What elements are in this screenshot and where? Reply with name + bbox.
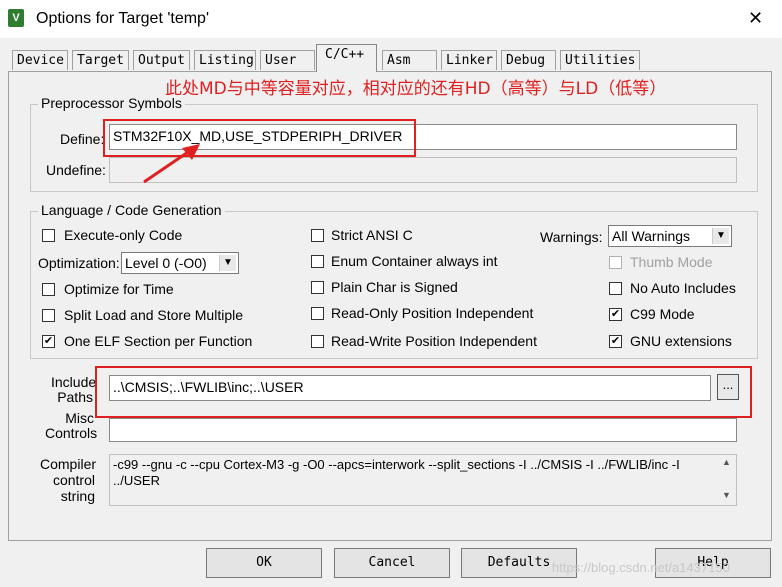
- enum-container-label: Enum Container always int: [331, 253, 498, 269]
- compiler-control-line2: ../USER: [113, 473, 160, 488]
- misc-controls-input[interactable]: [109, 418, 737, 442]
- optimization-label: Optimization:: [38, 255, 120, 271]
- strict-ansi-checkbox[interactable]: [311, 229, 324, 242]
- c99-mode-label: C99 Mode: [630, 306, 695, 322]
- compiler-control-label-line2: control: [52, 472, 95, 488]
- compiler-control-label: Compiler control string: [40, 456, 97, 504]
- warnings-value: All Warnings: [612, 228, 691, 244]
- split-load-checkbox[interactable]: [42, 309, 55, 322]
- ropi-checkbox[interactable]: [311, 307, 324, 320]
- tab-target[interactable]: Target: [72, 50, 129, 70]
- close-icon[interactable]: ✕: [748, 8, 763, 29]
- tab-user[interactable]: User: [260, 50, 315, 70]
- compiler-control-line1: -c99 --gnu -c --cpu Cortex-M3 -g -O0 --a…: [113, 457, 680, 472]
- ok-button[interactable]: OK: [206, 548, 322, 578]
- plain-char-label: Plain Char is Signed: [331, 279, 458, 295]
- scroll-up-icon[interactable]: ▲: [722, 457, 731, 467]
- scroll-down-icon[interactable]: ▼: [722, 490, 731, 500]
- misc-controls-label-line2: Controls: [45, 425, 98, 441]
- tab-listing[interactable]: Listing: [194, 50, 256, 70]
- tab-output[interactable]: Output: [133, 50, 190, 70]
- thumb-mode-checkbox: [609, 256, 622, 269]
- c99-mode-checkbox[interactable]: ✔: [609, 308, 622, 321]
- rwpi-checkbox[interactable]: [311, 335, 324, 348]
- thumb-mode-label: Thumb Mode: [630, 254, 713, 270]
- strict-ansi-label: Strict ANSI C: [331, 227, 413, 243]
- no-auto-includes-label: No Auto Includes: [630, 280, 736, 296]
- chevron-down-icon: ▼: [219, 255, 236, 271]
- optimize-time-checkbox[interactable]: [42, 283, 55, 296]
- tab-utilities[interactable]: Utilities: [560, 50, 640, 70]
- language-code-generation-label: Language / Code Generation: [38, 202, 225, 218]
- enum-container-checkbox[interactable]: [311, 255, 324, 268]
- optimization-value: Level 0 (-O0): [125, 255, 207, 271]
- tab-device[interactable]: Device: [12, 50, 68, 70]
- plain-char-checkbox[interactable]: [311, 281, 324, 294]
- split-load-label: Split Load and Store Multiple: [64, 307, 243, 323]
- tab-c-cpp[interactable]: C/C++: [316, 44, 377, 72]
- rwpi-label: Read-Write Position Independent: [331, 333, 537, 349]
- include-paths-label: Include Paths: [51, 374, 97, 405]
- annotation-arrow: [143, 144, 200, 184]
- tab-linker[interactable]: Linker: [441, 50, 497, 70]
- compiler-control-label-line3: string: [60, 488, 95, 504]
- cancel-button[interactable]: Cancel: [334, 548, 450, 578]
- one-elf-label: One ELF Section per Function: [64, 333, 253, 349]
- include-paths-label-line2: Paths: [57, 389, 93, 405]
- optimize-time-label: Optimize for Time: [64, 281, 174, 297]
- misc-controls-label: Misc Controls: [45, 410, 98, 441]
- define-label: Define:: [60, 131, 105, 147]
- one-elf-checkbox[interactable]: ✔: [42, 335, 55, 348]
- misc-controls-label-line1: Misc: [65, 410, 94, 426]
- undefine-label: Undefine:: [46, 162, 106, 178]
- ropi-label: Read-Only Position Independent: [331, 305, 534, 321]
- gnu-extensions-checkbox[interactable]: ✔: [609, 335, 622, 348]
- tab-debug[interactable]: Debug: [501, 50, 556, 70]
- warnings-select[interactable]: All Warnings ▼: [608, 225, 732, 247]
- preprocessor-symbols-label: Preprocessor Symbols: [38, 95, 185, 111]
- execute-only-label: Execute-only Code: [64, 227, 183, 243]
- watermark: https://blog.csdn.net/a1437150: [552, 560, 730, 575]
- keil-uvision-icon: V: [8, 9, 24, 27]
- include-paths-highlight-box: [95, 366, 752, 418]
- include-paths-label-line1: Include: [51, 374, 97, 390]
- compiler-control-label-line1: Compiler: [40, 456, 97, 472]
- tab-asm[interactable]: Asm: [382, 50, 437, 70]
- warnings-label: Warnings:: [540, 229, 603, 245]
- no-auto-includes-checkbox[interactable]: [609, 282, 622, 295]
- window-title: Options for Target 'temp': [36, 10, 210, 27]
- chevron-down-icon: ▼: [712, 228, 729, 244]
- gnu-extensions-label: GNU extensions: [630, 333, 732, 349]
- compiler-control-string: -c99 --gnu -c --cpu Cortex-M3 -g -O0 --a…: [109, 454, 737, 506]
- annotation-text: 此处MD与中等容量对应，相对应的还有HD（高等）与LD（低等）: [165, 79, 667, 99]
- optimization-select[interactable]: Level 0 (-O0) ▼: [121, 252, 239, 274]
- execute-only-checkbox[interactable]: [42, 229, 55, 242]
